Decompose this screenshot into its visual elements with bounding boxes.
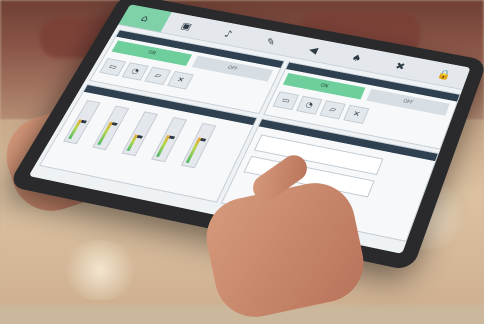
tab-icon: ♠: [350, 52, 363, 63]
tab-icon: ✖: [394, 61, 407, 72]
volume-fader[interactable]: [63, 100, 101, 144]
left-mini-button[interactable]: ▱: [144, 67, 171, 85]
photo-scene: ⌂ ▣ ♪ ✎ ◀ ♠ ✖ 🔒 ON OFF ▭ ◔ ▱ ✕ ON OFF ▭ ◔ ▱ ✕: [0, 0, 484, 305]
right-mini-button[interactable]: ✕: [343, 105, 369, 124]
right-mini-button[interactable]: ▱: [319, 100, 345, 119]
volume-fader[interactable]: [151, 117, 187, 162]
close-icon: ✕: [175, 76, 185, 84]
fader-knob[interactable]: [169, 136, 175, 140]
laptop-icon: ▱: [153, 72, 162, 80]
tab-icon: ♪: [223, 29, 234, 39]
fader-knob[interactable]: [200, 138, 206, 142]
screen-icon: ▭: [107, 63, 118, 71]
fader-knob[interactable]: [111, 122, 117, 126]
tab-icon: 🔒: [436, 68, 453, 80]
timer-icon: ◔: [304, 101, 314, 109]
volume-fader[interactable]: [122, 111, 159, 156]
tab-icon: ▣: [179, 21, 193, 31]
tab-7[interactable]: 🔒: [418, 60, 470, 90]
fader-knob[interactable]: [137, 135, 143, 139]
left-mini-button[interactable]: ✕: [167, 71, 194, 90]
tab-icon: ✎: [264, 36, 277, 46]
laptop-icon: ▱: [328, 106, 337, 114]
right-mini-button[interactable]: ▭: [273, 91, 300, 110]
level-meter: [186, 137, 202, 163]
background-light: [60, 240, 140, 300]
tab-icon: ⌂: [139, 13, 150, 23]
fader-knob[interactable]: [81, 120, 87, 124]
screen-icon: ▭: [281, 97, 292, 105]
tab-icon: ◀: [308, 45, 320, 55]
right-mini-button[interactable]: ◔: [296, 96, 322, 115]
level-meter: [97, 122, 113, 145]
timer-icon: ◔: [130, 68, 140, 76]
volume-fader[interactable]: [92, 106, 129, 151]
level-meter: [156, 135, 170, 157]
close-icon: ✕: [351, 110, 361, 118]
volume-fader[interactable]: [181, 123, 216, 169]
